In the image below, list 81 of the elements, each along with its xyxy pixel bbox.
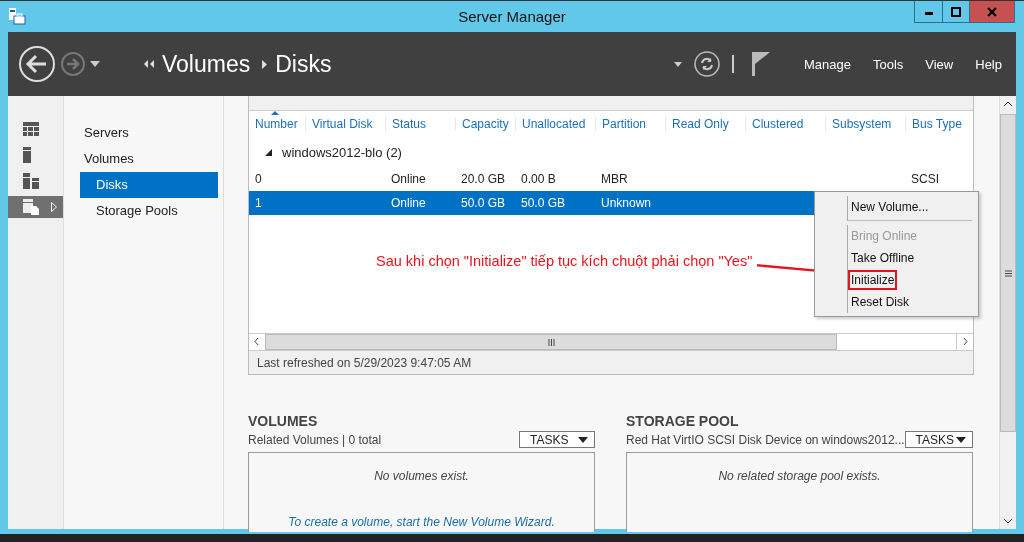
- column-header[interactable]: Unallocated: [515, 117, 595, 131]
- table-cell: Online: [391, 196, 426, 210]
- window-title: Server Manager: [458, 8, 566, 25]
- minimize-icon: [924, 12, 933, 15]
- table-cell: Unknown: [601, 196, 652, 210]
- section-title: VOLUMES: [248, 413, 318, 429]
- storage-icon: [23, 199, 39, 215]
- menu-item[interactable]: Tools: [872, 56, 904, 72]
- nav-item[interactable]: Disks: [80, 172, 218, 198]
- empty-message: No related storage pool exists.: [718, 469, 881, 483]
- flag-icon[interactable]: [751, 52, 770, 76]
- horizontal-scrollbar[interactable]: [249, 333, 973, 351]
- collapse-icon[interactable]: [265, 148, 272, 156]
- column-header[interactable]: Capacity: [455, 117, 515, 131]
- expand-icon: [51, 202, 57, 212]
- scroll-thumb[interactable]: [1000, 114, 1016, 432]
- table-cell: SCSI: [911, 172, 939, 186]
- menu-label: Take Offline: [851, 251, 915, 265]
- table-cell: 0: [255, 172, 262, 186]
- column-header[interactable]: Read Only: [665, 117, 745, 131]
- table-cell: MBR: [601, 172, 628, 186]
- dropdown-icon[interactable]: [673, 61, 682, 67]
- column-header[interactable]: Status: [385, 117, 455, 131]
- section-subtitle: Red Hat VirtIO SCSI Disk Device on windows2012...: [626, 432, 905, 447]
- column-header[interactable]: Subsystem: [825, 117, 905, 131]
- table-cell: 0.00 B: [521, 172, 556, 186]
- double-caret-icon: [144, 60, 154, 68]
- caret-icon: [262, 59, 268, 69]
- vertical-scrollbar[interactable]: [999, 96, 1016, 529]
- section-subtitle: Related Volumes | 0 total: [248, 432, 382, 447]
- table-row[interactable]: 0 Online 20.0 GB 0.00 B MBR SCSI: [249, 167, 973, 191]
- server-manager-icon: [8, 7, 26, 25]
- refresh-icon[interactable]: [693, 51, 720, 77]
- tasks-button[interactable]: TASKS: [904, 431, 973, 448]
- grip-icon: [547, 338, 555, 346]
- caret-icon: [578, 436, 588, 443]
- nav-item[interactable]: Volumes: [80, 146, 218, 172]
- close-button[interactable]: [969, 1, 1014, 22]
- column-header[interactable]: Bus Type: [905, 117, 972, 131]
- back-icon[interactable]: [18, 45, 56, 83]
- grip-icon: [1004, 269, 1012, 277]
- menu-label: New Volume...: [851, 200, 929, 214]
- wizard-link[interactable]: To create a volume, start the New Volume Wizard.: [288, 515, 555, 529]
- menu-label: Reset Disk: [851, 295, 909, 309]
- table-cell: 20.0 GB: [461, 172, 506, 186]
- status-text: Last refreshed on 5/29/2023 9:47:05 AM: [257, 355, 472, 370]
- caret-icon: [956, 436, 966, 443]
- section-title: STORAGE POOL: [626, 413, 739, 429]
- menu-item[interactable]: Help: [975, 56, 1002, 72]
- dashboard-icon: [23, 122, 39, 136]
- rail-item[interactable]: [8, 196, 63, 218]
- table-cell: 50.0 GB: [461, 196, 506, 210]
- table-cell: Online: [391, 172, 426, 186]
- tasks-button[interactable]: TASKS: [519, 431, 595, 448]
- menu-item[interactable]: Take Offline: [847, 247, 978, 269]
- menu-item[interactable]: View: [925, 56, 954, 72]
- column-header[interactable]: Number: [249, 117, 305, 131]
- server-icon: [23, 147, 31, 163]
- annotation-text: Sau khi chọn "Initialize" tiếp tục kích chuột phải chọn "Yes": [376, 253, 753, 269]
- menu-item[interactable]: Initialize: [847, 269, 978, 291]
- nav-item[interactable]: Storage Pools: [80, 198, 218, 224]
- menu-item[interactable]: New Volume...: [847, 196, 972, 221]
- group-header: windows2012-blo (2): [282, 144, 402, 160]
- column-header[interactable]: Partition: [595, 117, 665, 131]
- menu-label: Bring Online: [851, 229, 918, 243]
- table-cell: 50.0 GB: [521, 196, 566, 210]
- highlighted-label: Initialize: [848, 270, 898, 290]
- menu-item[interactable]: Reset Disk: [847, 291, 978, 313]
- servers-icon: [23, 173, 39, 189]
- dropdown-icon[interactable]: [90, 61, 100, 67]
- scroll-thumb[interactable]: [265, 334, 837, 350]
- column-header[interactable]: Clustered: [745, 117, 825, 131]
- menu-item[interactable]: Manage: [803, 56, 851, 72]
- breadcrumb-item[interactable]: Volumes: [162, 50, 251, 78]
- maximize-icon: [951, 6, 961, 17]
- breadcrumb-item[interactable]: Disks: [275, 50, 332, 78]
- close-icon: [987, 6, 997, 17]
- nav-item[interactable]: Servers: [80, 120, 218, 146]
- table-cell: 1: [255, 196, 262, 210]
- column-header[interactable]: Virtual Disk: [305, 117, 385, 131]
- empty-message: No volumes exist.: [374, 469, 469, 483]
